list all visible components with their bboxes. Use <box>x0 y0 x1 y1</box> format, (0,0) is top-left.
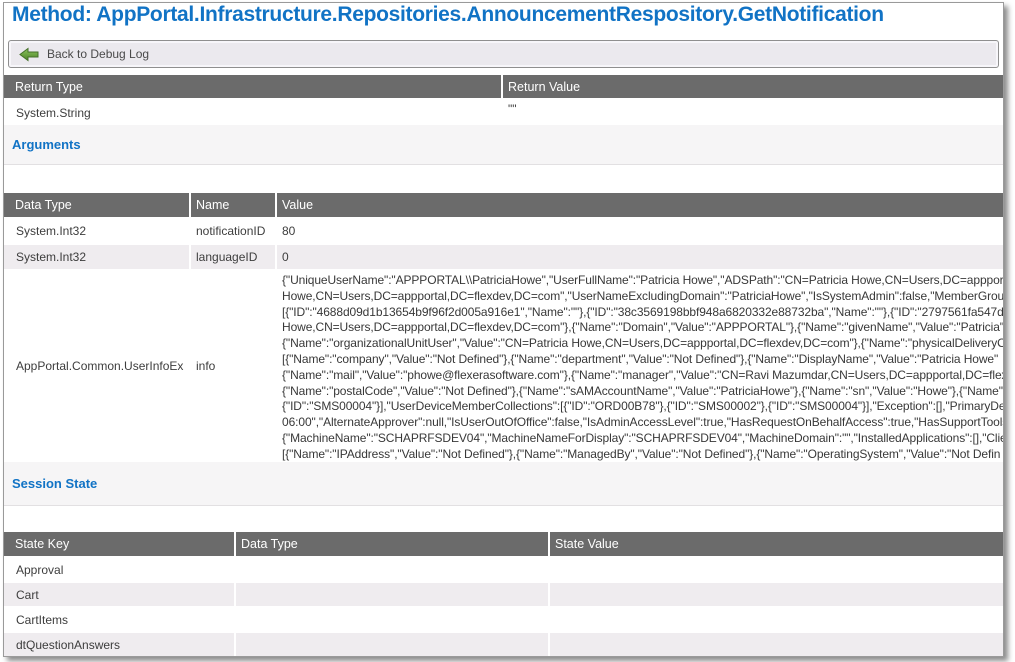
session-state-heading: Session State <box>4 476 97 491</box>
state-row-datatype <box>236 633 548 656</box>
arguments-section-band: Arguments <box>4 125 1003 165</box>
session-state-table: State Key Data Type State Value Approval… <box>4 532 1003 656</box>
page-title: Method: AppPortal.Infrastructure.Reposit… <box>12 3 997 27</box>
return-type-cell: System.String <box>4 100 501 125</box>
arg-row-value: 80 <box>277 219 1003 243</box>
state-key-header: State Key <box>4 532 234 556</box>
state-value-header: State Value <box>550 532 1003 556</box>
state-row-datatype <box>236 608 548 631</box>
arg-row-value: 0 <box>277 245 1003 269</box>
session-state-section-band: Session State <box>4 462 1003 506</box>
arg-row-name: notificationID <box>191 219 275 243</box>
back-to-debug-log-button[interactable]: Back to Debug Log <box>8 40 999 68</box>
state-row-value <box>550 608 1003 631</box>
state-row-datatype <box>236 558 548 581</box>
state-row-value <box>550 558 1003 581</box>
arg-row-datatype: AppPortal.Common.UserInfoEx <box>4 271 189 461</box>
return-type-header: Return Type <box>4 75 501 98</box>
arg-name-header: Name <box>191 193 275 217</box>
state-row-datatype <box>236 583 548 606</box>
arg-datatype-header: Data Type <box>4 193 189 217</box>
arg-row-datatype: System.Int32 <box>4 219 189 243</box>
state-row-key: Approval <box>4 558 234 581</box>
return-table: Return Type Return Value System.String "… <box>4 75 1003 125</box>
state-row-key: dtQuestionAnswers <box>4 633 234 656</box>
state-datatype-header: Data Type <box>236 532 548 556</box>
return-value-cell: "" <box>503 100 1003 125</box>
back-arrow-icon <box>19 47 39 62</box>
arg-row-name: languageID <box>191 245 275 269</box>
debug-method-detail-panel: Method: AppPortal.Infrastructure.Reposit… <box>3 2 1004 657</box>
back-button-label: Back to Debug Log <box>47 47 149 61</box>
state-row-value <box>550 583 1003 606</box>
arg-value-header: Value <box>277 193 1003 217</box>
state-row-value <box>550 633 1003 656</box>
arg-row-datatype: System.Int32 <box>4 245 189 269</box>
arguments-table: Data Type Name Value System.Int32 notifi… <box>4 193 1003 461</box>
arg-row-name: info <box>191 271 275 461</box>
return-value-header: Return Value <box>503 75 1003 98</box>
state-row-key: Cart <box>4 583 234 606</box>
userinfo-json-text: {"UniqueUserName":"APPPORTAL\\PatriciaHo… <box>282 273 1003 461</box>
arg-row-value-json: {"UniqueUserName":"APPPORTAL\\PatriciaHo… <box>277 271 1003 461</box>
arguments-heading: Arguments <box>4 137 81 152</box>
state-row-key: CartItems <box>4 608 234 631</box>
